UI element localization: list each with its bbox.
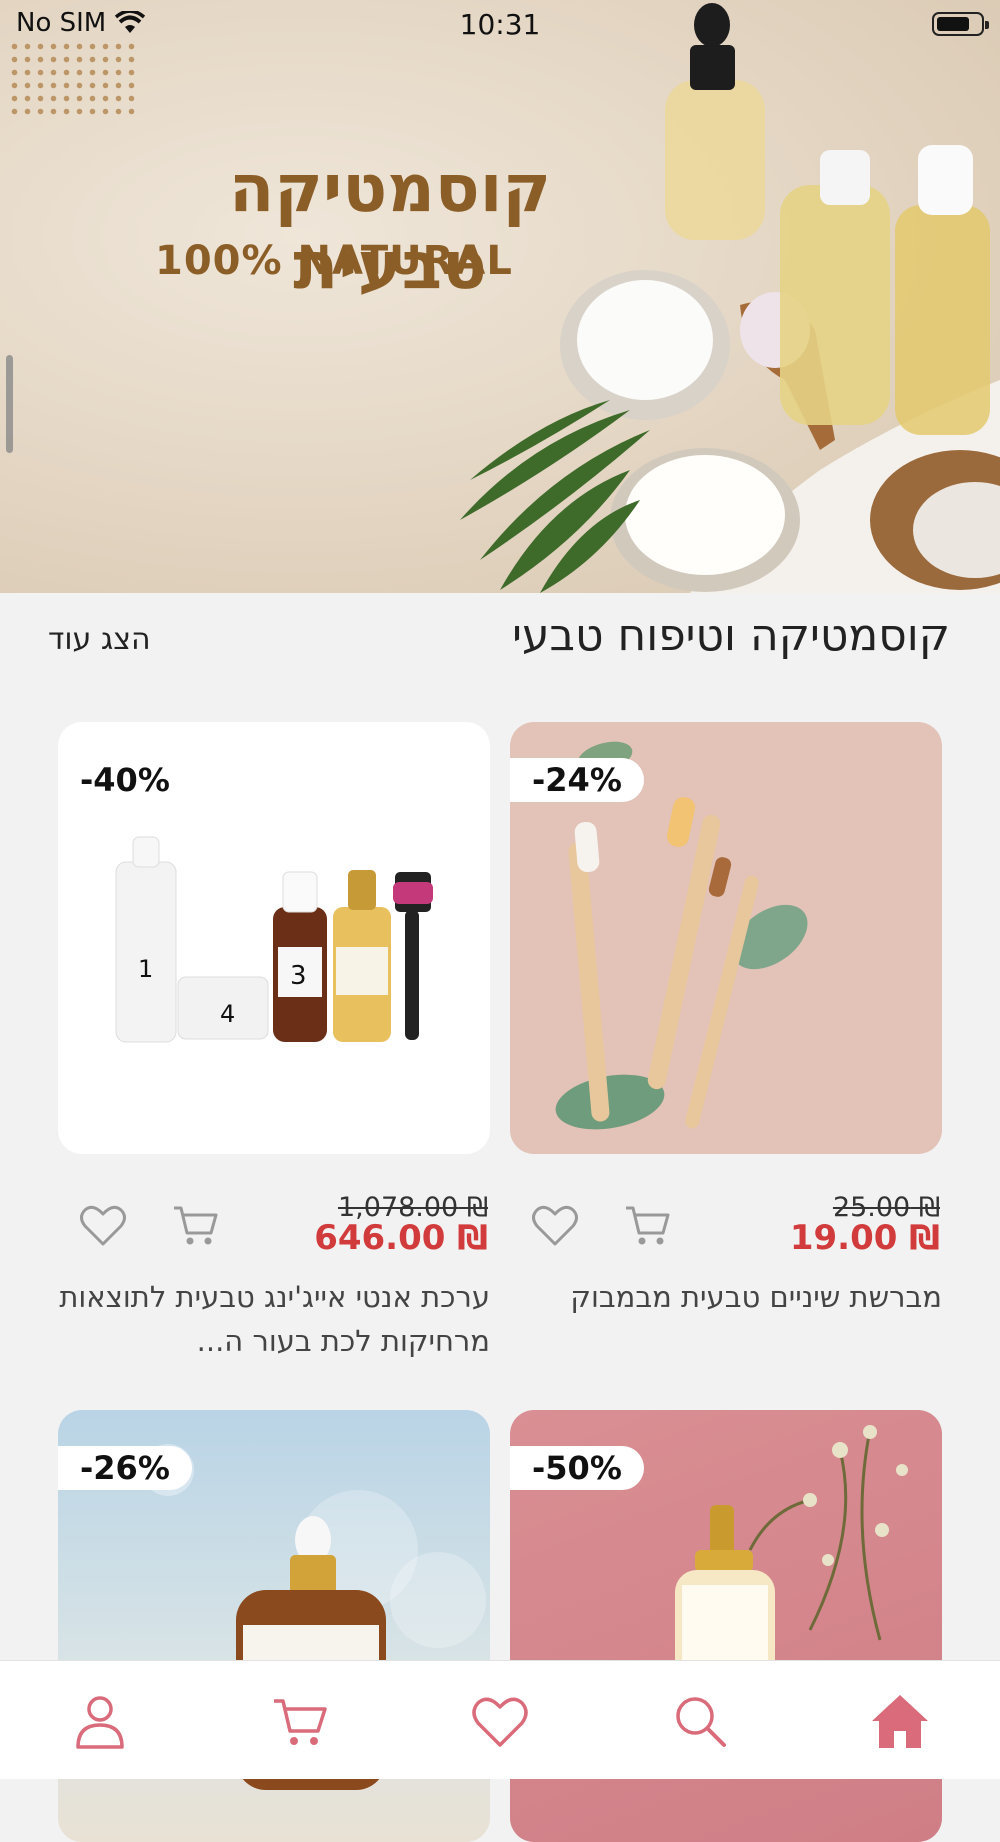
svg-text:3: 3: [290, 961, 307, 991]
discount-badge: -40%: [58, 758, 192, 802]
hero-banner[interactable]: קוסמטיקה טבעית 100% NATURAL: [0, 0, 1000, 593]
search-icon[interactable]: [670, 1691, 730, 1751]
product-name[interactable]: מברשת שיניים טבעית מבמבוק: [510, 1275, 942, 1319]
banner-product-illustration: [460, 3, 1000, 593]
add-to-cart-icon[interactable]: [622, 1200, 672, 1250]
heart-icon[interactable]: [470, 1691, 530, 1751]
show-more-link[interactable]: הצג עוד: [48, 622, 151, 657]
home-icon[interactable]: [870, 1691, 930, 1751]
scroll-indicator[interactable]: [6, 355, 13, 453]
battery-icon: [932, 12, 989, 36]
product-name[interactable]: ערכת אנטי אייג'ינג טבעית לתוצאות מרחיקות…: [58, 1275, 490, 1363]
status-bar: No SIM 10:31: [0, 0, 1000, 50]
discount-badge: -50%: [510, 1446, 644, 1490]
discount-badge: -26%: [58, 1446, 192, 1490]
add-to-cart-icon[interactable]: [170, 1200, 220, 1250]
price: ₪ 646.00: [314, 1218, 488, 1258]
section-title: קוסמטיקה וטיפוח טבעי: [512, 610, 950, 661]
discount-badge: -24%: [510, 758, 644, 802]
svg-text:4: 4: [220, 1000, 235, 1028]
user-icon[interactable]: [70, 1691, 130, 1751]
product-image[interactable]: 1 4 3 -40%: [58, 722, 490, 1154]
dot-pattern: [8, 40, 138, 120]
bottom-navigation: [0, 1660, 1000, 1779]
wishlist-heart-icon[interactable]: [78, 1200, 128, 1250]
product-image[interactable]: -24%: [510, 722, 942, 1154]
cart-icon[interactable]: [270, 1691, 330, 1751]
clock: 10:31: [459, 8, 541, 41]
price: ₪ 19.00: [789, 1218, 940, 1258]
svg-text:1: 1: [138, 955, 153, 983]
wishlist-heart-icon[interactable]: [530, 1200, 580, 1250]
